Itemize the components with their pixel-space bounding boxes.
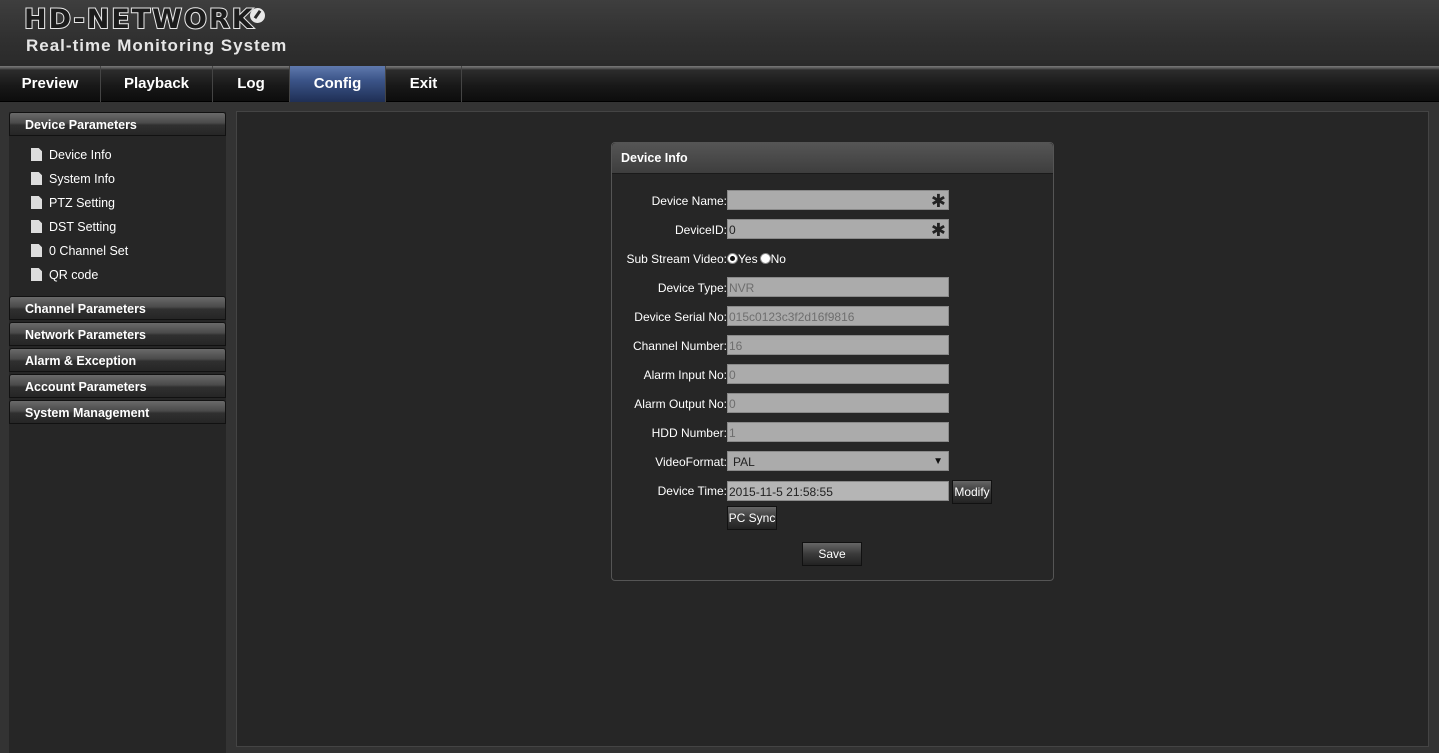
alarm-input-field: 0 [727, 364, 949, 384]
modify-button[interactable]: Modify [952, 480, 992, 504]
nav-log[interactable]: Log [213, 66, 290, 102]
video-format-label: VideoFormat: [655, 455, 727, 469]
hdd-number-label: HDD Number: [651, 426, 727, 440]
device-type-field: NVR [727, 277, 949, 297]
device-info-panel: Device Info Device Name: ✱ DeviceID: 0 ✱… [611, 142, 1054, 581]
document-icon [31, 244, 42, 257]
sub-stream-no-label: No [770, 252, 786, 266]
document-icon [31, 196, 42, 209]
nav-preview[interactable]: Preview [0, 66, 101, 102]
device-id-label: DeviceID: [674, 223, 727, 237]
chevron-down-icon: ▼ [933, 456, 943, 467]
document-icon [31, 148, 42, 161]
document-icon [31, 172, 42, 185]
sub-stream-label: Sub Stream Video: [626, 252, 727, 266]
channel-number-field: 16 [727, 335, 949, 355]
sidebar-group-alarm-exception[interactable]: Alarm & Exception [9, 348, 226, 372]
brand-logo: HD-NETWORK [23, 3, 255, 36]
sub-stream-yes-label: Yes [738, 252, 758, 266]
device-time-input[interactable]: 2015-11-5 21:58:55 [727, 481, 949, 501]
hdd-number-field: 1 [727, 422, 949, 442]
main-nav: Preview Playback Log Config Exit [0, 66, 1439, 102]
sub-stream-radio-group: Yes No [727, 249, 786, 269]
sidebar-item-zero-channel-set[interactable]: 0 Channel Set [31, 242, 128, 260]
sidebar-group-device-parameters[interactable]: Device Parameters [9, 112, 226, 136]
device-name-label: Device Name: [651, 194, 727, 208]
document-icon [31, 220, 42, 233]
document-icon [31, 268, 42, 281]
logo-mark-icon [250, 8, 265, 23]
sub-stream-no-radio[interactable] [759, 253, 771, 264]
alarm-output-label: Alarm Output No: [634, 397, 727, 411]
app-subtitle: Real-time Monitoring System [26, 36, 288, 55]
sidebar: Device Parameters Device Info System Inf… [0, 102, 232, 753]
save-button[interactable]: Save [802, 542, 862, 566]
channel-number-label: Channel Number: [632, 339, 727, 353]
pc-sync-button[interactable]: PC Sync [727, 506, 777, 530]
sidebar-group-channel-parameters[interactable]: Channel Parameters [9, 296, 226, 320]
video-format-select[interactable]: PAL ▼ [727, 451, 949, 471]
serial-no-field: 015c0123c3f2d16f9816 [727, 306, 949, 326]
alarm-output-field: 0 [727, 393, 949, 413]
nav-playback[interactable]: Playback [101, 66, 213, 102]
nav-exit[interactable]: Exit [386, 66, 462, 102]
sub-stream-yes-radio[interactable] [727, 253, 738, 264]
device-time-label: Device Time: [657, 484, 727, 498]
sidebar-item-qr-code[interactable]: QR code [31, 266, 98, 284]
sidebar-item-device-info[interactable]: Device Info [31, 146, 112, 164]
panel-title: Device Info [612, 143, 1053, 174]
required-asterisk-icon: ✱ [930, 220, 946, 240]
alarm-input-label: Alarm Input No: [643, 368, 727, 382]
required-asterisk-icon: ✱ [930, 191, 946, 211]
device-type-label: Device Type: [657, 281, 727, 295]
sidebar-group-system-management[interactable]: System Management [9, 400, 226, 424]
device-id-input[interactable]: 0 ✱ [727, 219, 949, 240]
sidebar-item-dst-setting[interactable]: DST Setting [31, 218, 116, 236]
sidebar-group-account-parameters[interactable]: Account Parameters [9, 374, 226, 398]
serial-no-label: Device Serial No: [634, 310, 727, 324]
sidebar-item-ptz-setting[interactable]: PTZ Setting [31, 194, 115, 212]
app-header: HD-NETWORK Real-time Monitoring System [0, 0, 1439, 66]
sidebar-item-system-info[interactable]: System Info [31, 170, 115, 188]
sidebar-group-network-parameters[interactable]: Network Parameters [9, 322, 226, 346]
device-name-input[interactable]: ✱ [727, 190, 949, 211]
nav-config[interactable]: Config [290, 66, 386, 102]
